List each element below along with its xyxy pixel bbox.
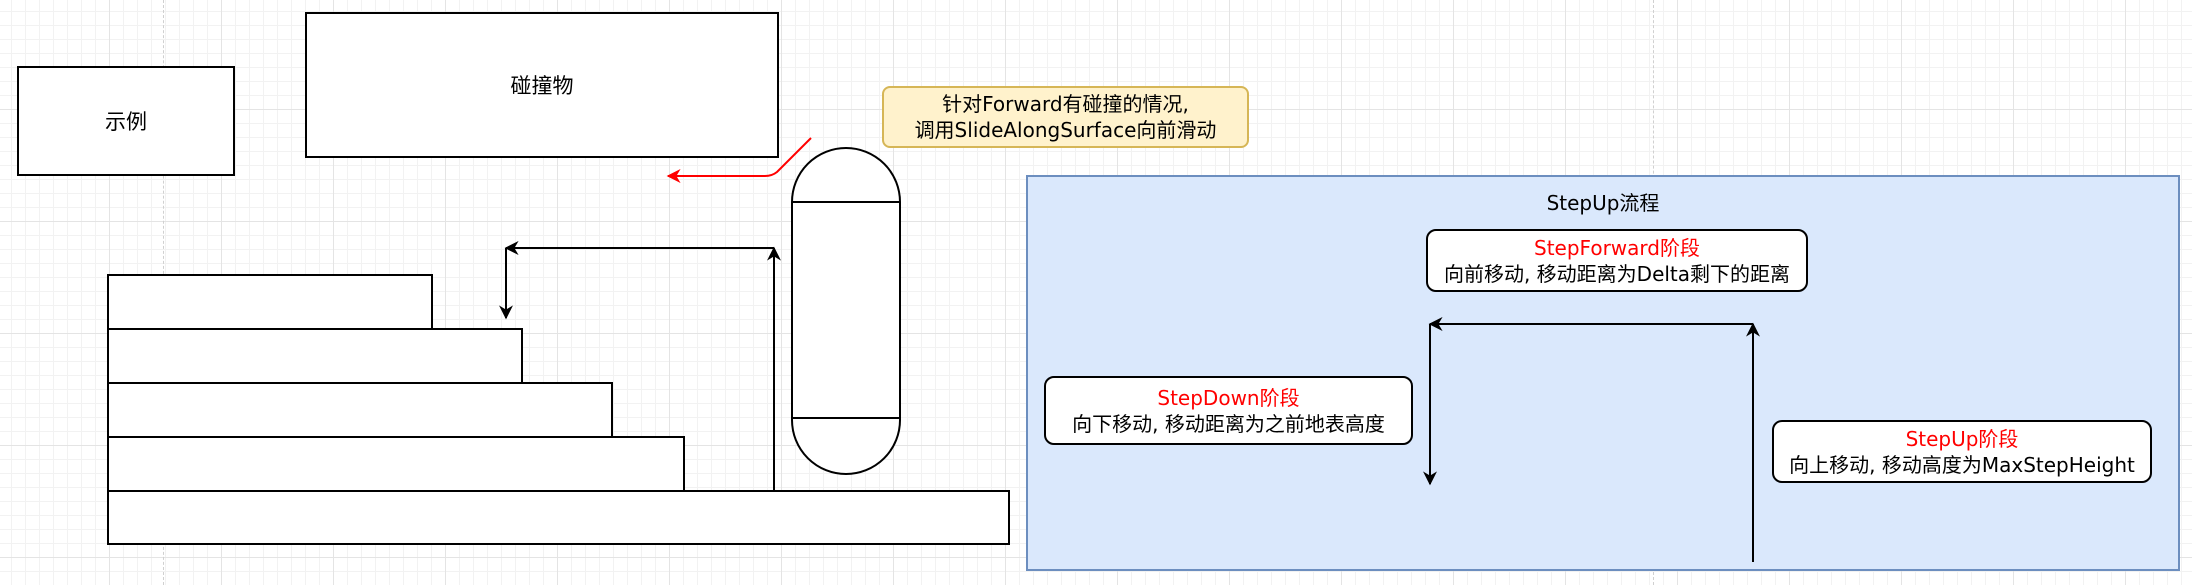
- stepdown-stage-name: StepDown阶段: [1157, 385, 1300, 410]
- character-capsule[interactable]: [791, 147, 901, 475]
- slide-along-surface-arrow: [666, 137, 812, 183]
- stepdown-stage-box[interactable]: StepDown阶段 向下移动, 移动距离为之前地表高度: [1044, 376, 1413, 445]
- stepup-stage-box[interactable]: StepUp阶段 向上移动, 移动高度为MaxStepHeight: [1772, 420, 2152, 483]
- stepup-stage-desc: 向上移动, 移动高度为MaxStepHeight: [1789, 452, 2135, 477]
- stepforward-stage-name: StepForward阶段: [1534, 235, 1700, 260]
- slide-note-line2: 调用SlideAlongSurface向前滑动: [914, 118, 1217, 142]
- stepdown-stage-desc: 向下移动, 移动距离为之前地表高度: [1072, 411, 1385, 436]
- stepforward-stage-desc: 向前移动, 移动距离为Delta剩下的距离: [1443, 261, 1791, 286]
- stepup-stage-name: StepUp阶段: [1905, 426, 2019, 451]
- stepforward-stage-box[interactable]: StepForward阶段 向前移动, 移动距离为Delta剩下的距离: [1426, 229, 1808, 292]
- slide-note-line1: 针对Forward有碰撞的情况,: [942, 92, 1189, 116]
- slide-note[interactable]: 针对Forward有碰撞的情况, 调用SlideAlongSurface向前滑动: [882, 86, 1249, 148]
